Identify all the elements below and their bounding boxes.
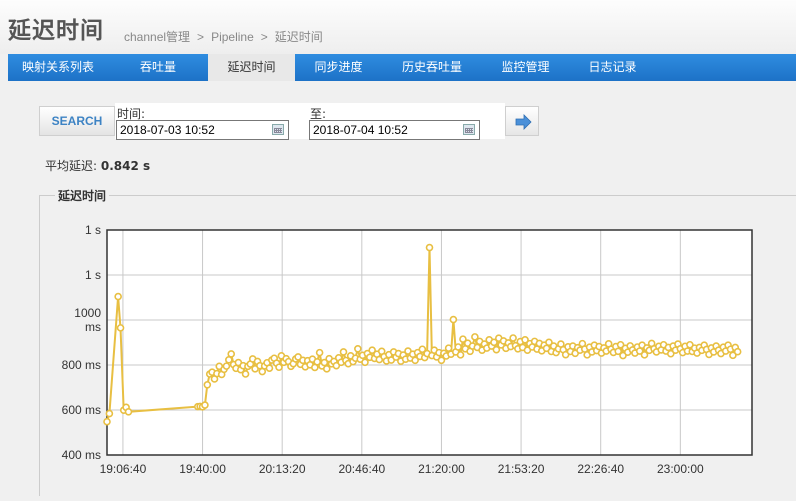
y-tick-label: 1000 — [74, 306, 101, 320]
data-point — [361, 358, 369, 367]
y-tick-label: 1 s — [85, 268, 101, 282]
data-point — [322, 365, 331, 373]
x-tick-label: 19:06:40 — [100, 462, 147, 476]
data-point — [275, 363, 283, 372]
x-tick-label: 21:20:00 — [418, 462, 465, 476]
data-point — [339, 348, 348, 356]
x-tick-label: 19:40:00 — [179, 462, 226, 476]
x-tick-label: 20:13:20 — [259, 462, 306, 476]
data-point — [265, 364, 274, 372]
data-point — [124, 407, 133, 416]
data-point — [456, 351, 465, 359]
data-point — [203, 380, 212, 389]
data-point — [103, 417, 111, 426]
data-point — [425, 243, 434, 252]
x-tick-label: 20:46:40 — [338, 462, 385, 476]
data-point — [222, 362, 231, 370]
x-tick-label: 21:53:20 — [498, 462, 545, 476]
data-point — [733, 347, 742, 356]
data-point — [241, 370, 250, 378]
data-point — [454, 343, 462, 351]
x-tick-label: 22:26:40 — [577, 462, 624, 476]
y-tick-label: 400 ms — [62, 448, 101, 462]
data-point — [105, 409, 114, 418]
y-tick-label: 1 s — [85, 223, 101, 237]
data-point — [114, 292, 122, 301]
y-tick-label: 600 ms — [62, 403, 101, 417]
data-point — [116, 324, 125, 332]
data-point — [201, 401, 209, 409]
latency-chart: 400 ms 600 ms 800 ms 1000ms 1 s 1 s 19:06:40 19… — [62, 223, 753, 476]
data-point — [449, 315, 458, 324]
data-point — [227, 350, 236, 358]
data-point — [444, 344, 453, 352]
data-point — [315, 348, 324, 357]
y-tick-label: ms — [85, 320, 101, 334]
y-tick-label: 800 ms — [62, 358, 101, 372]
data-point — [354, 344, 362, 353]
x-tick-label: 23:00:00 — [657, 462, 704, 476]
data-point — [509, 334, 517, 342]
